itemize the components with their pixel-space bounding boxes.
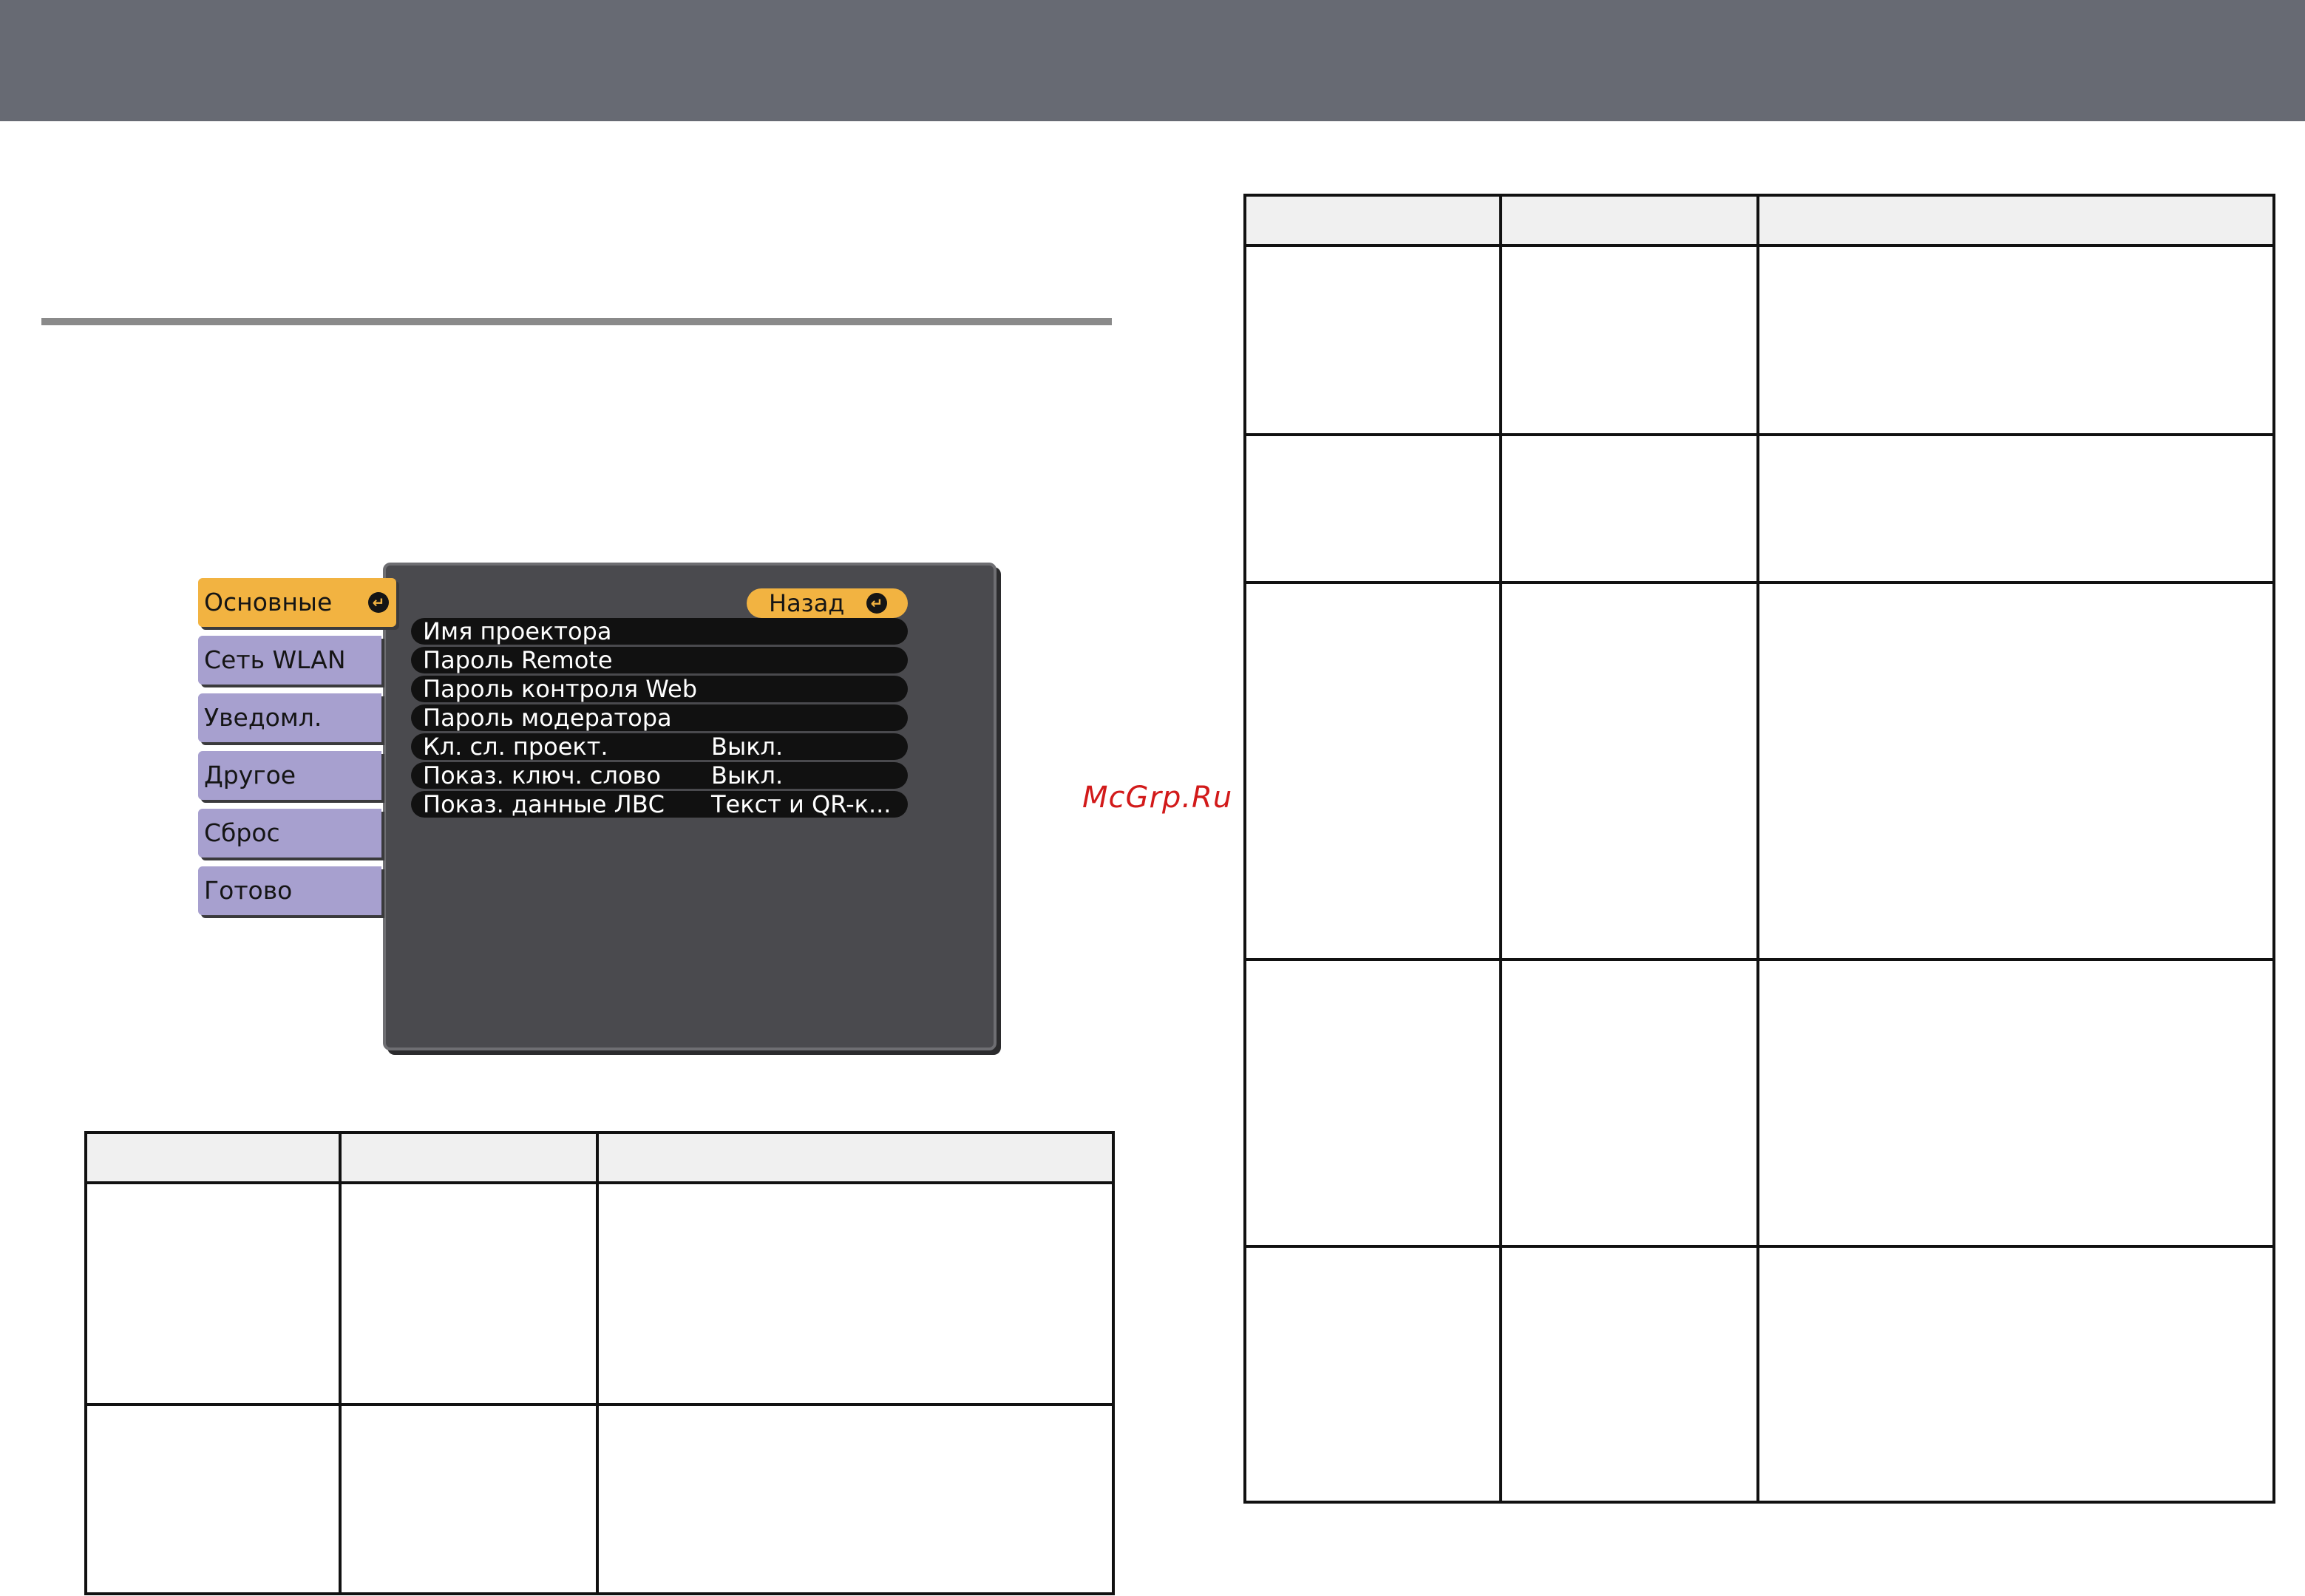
- tab-other-label: Другое: [204, 761, 296, 789]
- table-row: [84, 1403, 1115, 1595]
- left-settings-table: [84, 1131, 1115, 1595]
- table-row: [1243, 244, 2275, 436]
- back-button[interactable]: Назад ↵: [747, 588, 908, 618]
- tab-done[interactable]: Готово: [198, 866, 381, 915]
- menu-item-show-lan-info[interactable]: Показ. данные ЛВС Текст и QR-к...: [411, 791, 908, 818]
- menu-item-remote-password[interactable]: Пароль Remote: [411, 647, 908, 673]
- menu-item-label: Пароль модератора: [423, 704, 672, 731]
- header-banner: [0, 0, 2305, 121]
- table-header-row: [84, 1131, 1115, 1184]
- table-header-row: [1243, 194, 2275, 247]
- watermark-text: McGrp.Ru: [1082, 781, 1233, 815]
- table-cell: [84, 1181, 342, 1406]
- manual-page: Основные ↵ Сеть WLAN Уведомл. Другое Сбр…: [0, 0, 2305, 1596]
- table-cell: [1756, 1245, 2275, 1504]
- tab-wlan[interactable]: Сеть WLAN: [198, 636, 381, 685]
- table-cell: [1499, 1245, 1759, 1504]
- table-cell: [84, 1403, 342, 1595]
- menu-item-label: Показ. ключ. слово: [423, 762, 661, 789]
- table-row: [1243, 581, 2275, 961]
- tab-notifications-label: Уведомл.: [204, 703, 322, 732]
- menu-item-label: Показ. данные ЛВС: [423, 791, 665, 818]
- table-cell: [1243, 581, 1502, 961]
- tab-notifications[interactable]: Уведомл.: [198, 693, 381, 742]
- menu-item-web-password[interactable]: Пароль контроля Web: [411, 676, 908, 702]
- tab-reset-label: Сброс: [204, 818, 280, 847]
- menu-item-show-keyword[interactable]: Показ. ключ. слово Выкл.: [411, 762, 908, 789]
- table-header-cell: [596, 1131, 1115, 1184]
- menu-item-value: Текст и QR-к...: [711, 791, 892, 818]
- menu-item-moderator-password[interactable]: Пароль модератора: [411, 704, 908, 731]
- menu-item-projector-name[interactable]: Имя проектора: [411, 618, 908, 645]
- section-divider: [41, 318, 1112, 325]
- menu-item-label: Пароль Remote: [423, 647, 613, 673]
- table-cell: [1756, 581, 2275, 961]
- table-cell: [339, 1403, 599, 1595]
- enter-icon: ↵: [866, 593, 887, 614]
- table-row: [1243, 1245, 2275, 1504]
- table-cell: [1756, 244, 2275, 436]
- tab-other[interactable]: Другое: [198, 751, 381, 800]
- table-cell: [339, 1181, 599, 1406]
- table-cell: [1499, 433, 1759, 584]
- table-header-cell: [1499, 194, 1759, 247]
- table-cell: [1499, 958, 1759, 1248]
- table-header-cell: [84, 1131, 342, 1184]
- table-cell: [1499, 244, 1759, 436]
- table-cell: [1243, 244, 1502, 436]
- menu-item-label: Кл. сл. проект.: [423, 733, 608, 760]
- menu-item-value: Выкл.: [711, 762, 784, 789]
- menu-item-label: Имя проектора: [423, 618, 612, 645]
- table-header-cell: [1756, 194, 2275, 247]
- table-cell: [1756, 958, 2275, 1248]
- menu-item-label: Пароль контроля Web: [423, 676, 698, 702]
- tab-reset[interactable]: Сброс: [198, 809, 381, 858]
- table-row: [1243, 958, 2275, 1248]
- back-button-label: Назад: [769, 589, 845, 617]
- table-row: [1243, 433, 2275, 584]
- table-row: [84, 1181, 1115, 1406]
- menu-item-projector-keyword[interactable]: Кл. сл. проект. Выкл.: [411, 733, 908, 760]
- enter-icon: ↵: [368, 592, 389, 613]
- table-cell: [1499, 581, 1759, 961]
- table-cell: [1243, 958, 1502, 1248]
- table-cell: [1756, 433, 2275, 584]
- tab-wlan-label: Сеть WLAN: [204, 645, 346, 674]
- table-header-cell: [1243, 194, 1502, 247]
- table-cell: [1243, 433, 1502, 584]
- right-settings-table: [1243, 194, 2275, 1504]
- tab-done-label: Готово: [204, 876, 293, 905]
- tab-basic-label: Основные: [204, 588, 333, 617]
- menu-item-value: Выкл.: [711, 733, 784, 760]
- tab-basic[interactable]: Основные ↵: [198, 578, 396, 627]
- table-cell: [596, 1403, 1115, 1595]
- table-cell: [596, 1181, 1115, 1406]
- table-header-cell: [339, 1131, 599, 1184]
- table-cell: [1243, 1245, 1502, 1504]
